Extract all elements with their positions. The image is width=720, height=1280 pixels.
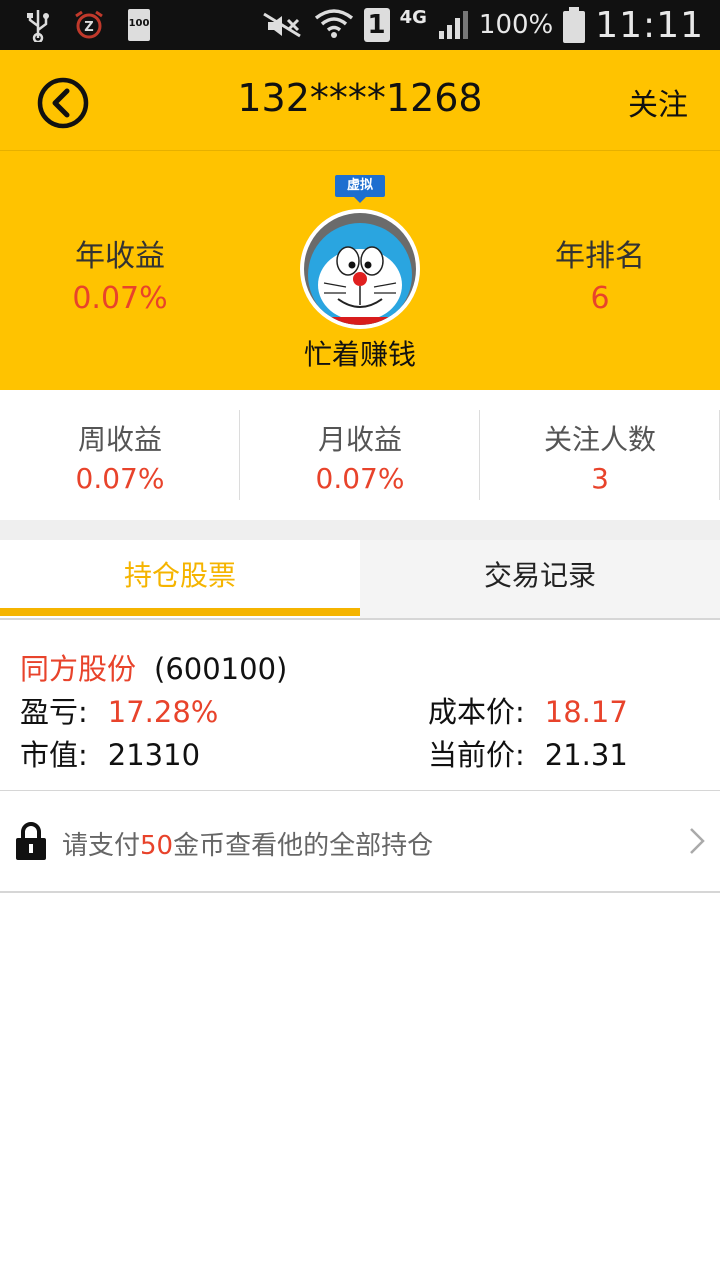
chevron-right-icon (690, 828, 705, 854)
nickname: 忙着赚钱 (303, 338, 416, 371)
current-price-value: 21.31 (544, 738, 628, 772)
status-bar: Z 100 1 4G 100% 11:11 (0, 0, 720, 50)
battery-percent: 100% (478, 10, 554, 40)
follow-button[interactable]: 关注 (628, 80, 688, 124)
sim-icon: 1 (363, 8, 390, 42)
avatar[interactable] (300, 209, 420, 329)
annual-return-label: 年收益 (75, 239, 165, 274)
unlock-prompt: 请支付50金币查看他的全部持仓 (62, 825, 433, 862)
cost-price: 成本价: 18.17 (428, 689, 628, 731)
unlock-prompt-suffix: 金币查看他的全部持仓 (173, 831, 434, 861)
stock-name: 同方股份 (20, 652, 137, 686)
follower-count-label: 关注人数 (543, 423, 656, 456)
top-bar: 132****1268 关注 (0, 50, 720, 150)
follower-count[interactable]: 关注人数 3 (480, 410, 720, 500)
monthly-return-value: 0.07% (315, 462, 405, 495)
battery-small-text: 100 (128, 18, 150, 29)
annual-rank: 年排名 6 (480, 231, 720, 316)
weekly-return-label: 周收益 (77, 423, 162, 456)
market-value-value: 21310 (107, 738, 201, 772)
sim-slot-text: 1 (367, 10, 386, 40)
wifi-icon (314, 9, 353, 38)
annual-rank-label: 年排名 (555, 239, 645, 274)
tab-bar: 持仓股票 交易记录 (0, 540, 720, 620)
stats-row: 周收益 0.07% 月收益 0.07% 关注人数 3 (0, 390, 720, 520)
market-value: 市值: 21310 (20, 732, 200, 774)
stock-code: (600100) (154, 652, 288, 686)
section-gap (0, 520, 720, 540)
tab-trade-records[interactable]: 交易记录 (360, 540, 720, 618)
monthly-return-label: 月收益 (317, 423, 402, 456)
unlock-coin-amount: 50 (140, 831, 174, 861)
battery-small-icon: 100 (128, 9, 150, 41)
clock: 11:11 (595, 4, 704, 46)
alarm-icon: Z (75, 10, 103, 39)
signal-icon (438, 11, 468, 39)
status-bar-right: 1 4G 100% 11:11 (260, 0, 704, 50)
virtual-badge: 虚拟 (335, 175, 385, 203)
profile-summary: 年收益 0.07% 年排名 6 虚拟 忙着赚钱 (0, 151, 720, 390)
lock-icon (16, 822, 46, 860)
profit-loss-label: 盈亏: (20, 695, 88, 729)
tab-holdings[interactable]: 持仓股票 (0, 540, 360, 618)
profit-loss-value: 17.28% (107, 695, 219, 729)
holding-item[interactable]: 同方股份 (600100) 盈亏: 17.28% 成本价: 18.17 市值: 2131… (0, 620, 720, 790)
weekly-return: 周收益 0.07% (0, 410, 240, 500)
svg-text:Z: Z (84, 20, 93, 35)
usb-icon (27, 10, 49, 42)
current-price: 当前价: 21.31 (428, 732, 628, 774)
weekly-return-value: 0.07% (75, 462, 165, 495)
cost-price-value: 18.17 (544, 695, 628, 729)
unlock-prompt-prefix: 请支付 (62, 831, 141, 861)
market-value-label: 市值: (20, 738, 88, 772)
annual-return-value: 0.07% (72, 281, 168, 316)
profit-loss: 盈亏: 17.28% (20, 689, 218, 731)
unlock-all-holdings-row[interactable]: 请支付50金币查看他的全部持仓 (0, 791, 720, 891)
stock-title: 同方股份 (600100) (20, 646, 287, 688)
unlock-row-divider (0, 891, 720, 893)
status-bar-left: Z 100 (26, 6, 150, 44)
monthly-return: 月收益 0.07% (240, 410, 480, 500)
network-type: 4G (399, 6, 427, 28)
battery-icon (563, 7, 586, 43)
silent-mode-icon (262, 12, 301, 38)
active-tab-indicator (0, 608, 360, 616)
avatar-image (304, 213, 416, 325)
cost-price-label: 成本价: (428, 695, 525, 729)
annual-rank-value: 6 (590, 281, 610, 316)
page-title: 132****1268 (237, 76, 483, 120)
current-price-label: 当前价: (428, 738, 525, 772)
follower-count-value: 3 (591, 462, 609, 495)
annual-return: 年收益 0.07% (0, 231, 240, 316)
